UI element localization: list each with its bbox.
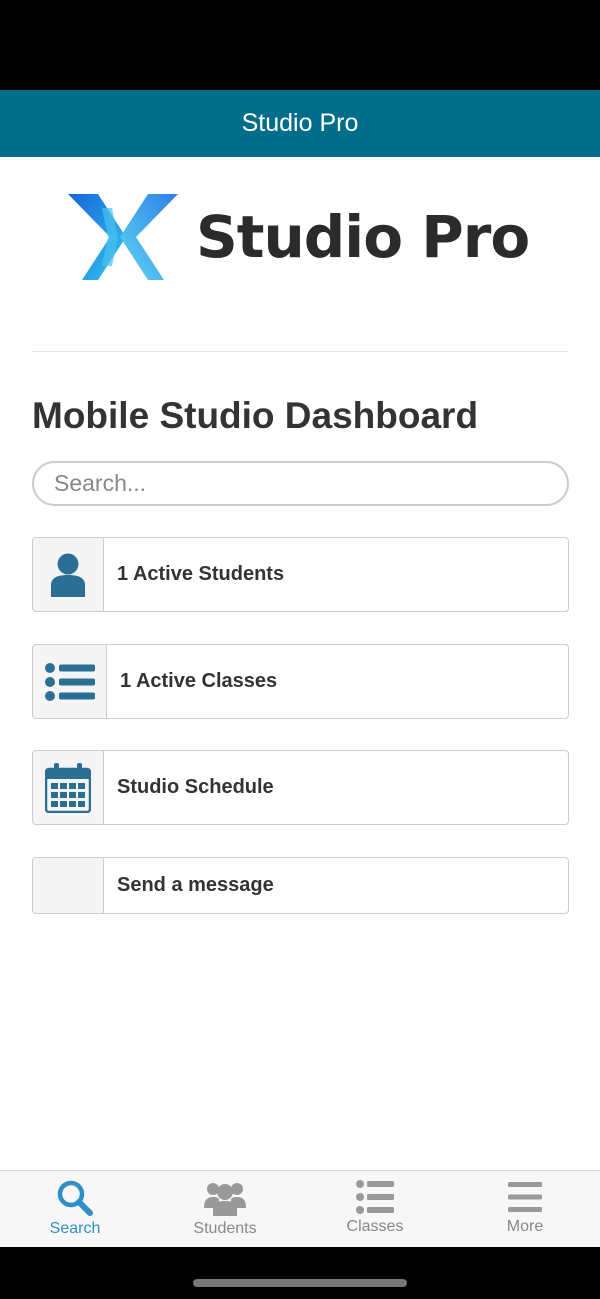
card-icon-cell bbox=[33, 645, 107, 718]
active-students-card[interactable]: 1 Active Students bbox=[32, 537, 569, 612]
users-icon bbox=[204, 1183, 246, 1216]
logo-text: Studio Pro bbox=[196, 203, 530, 271]
home-indicator-area bbox=[0, 1247, 600, 1299]
list-icon bbox=[356, 1180, 394, 1214]
calendar-icon bbox=[45, 762, 91, 813]
tab-students[interactable]: Students bbox=[150, 1171, 300, 1247]
tab-search[interactable]: Search bbox=[0, 1171, 150, 1247]
list-icon bbox=[44, 662, 95, 701]
send-message-card[interactable]: Send a message bbox=[32, 857, 569, 914]
app-screen: Studio Pro Studio Pro Mobile Studio Dash… bbox=[0, 0, 600, 1299]
page-title: Mobile Studio Dashboard bbox=[32, 395, 479, 436]
status-bar bbox=[0, 0, 600, 90]
menu-icon bbox=[508, 1182, 542, 1212]
search-icon bbox=[57, 1180, 93, 1216]
search-input[interactable] bbox=[32, 461, 569, 506]
card-icon-cell bbox=[33, 858, 104, 913]
navbar-title: Studio Pro bbox=[241, 109, 359, 137]
tab-label: Classes bbox=[346, 1218, 404, 1235]
main-content: Studio Pro Mobile Studio Dashboard 1 Act… bbox=[0, 157, 600, 1170]
card-label: Send a message bbox=[117, 874, 274, 896]
studio-schedule-card[interactable]: Studio Schedule bbox=[32, 750, 569, 825]
tab-more[interactable]: More bbox=[450, 1171, 600, 1247]
studio-pro-logo: Studio Pro bbox=[68, 192, 538, 282]
tab-label: Students bbox=[193, 1220, 257, 1237]
tab-bar: Search Students Classes More bbox=[0, 1170, 600, 1247]
user-icon bbox=[51, 553, 85, 597]
navbar: Studio Pro bbox=[0, 90, 600, 157]
home-indicator[interactable] bbox=[193, 1279, 407, 1287]
card-icon-cell bbox=[33, 751, 104, 824]
card-label: 1 Active Classes bbox=[120, 670, 278, 692]
logo-mark-icon bbox=[68, 194, 178, 280]
card-icon-cell bbox=[33, 538, 104, 611]
card-label: Studio Schedule bbox=[117, 776, 274, 798]
divider bbox=[32, 351, 569, 352]
tab-label: More bbox=[506, 1218, 544, 1235]
tab-classes[interactable]: Classes bbox=[300, 1171, 450, 1247]
card-label: 1 Active Students bbox=[117, 563, 285, 585]
tab-label: Search bbox=[49, 1220, 101, 1237]
active-classes-card[interactable]: 1 Active Classes bbox=[32, 644, 569, 719]
